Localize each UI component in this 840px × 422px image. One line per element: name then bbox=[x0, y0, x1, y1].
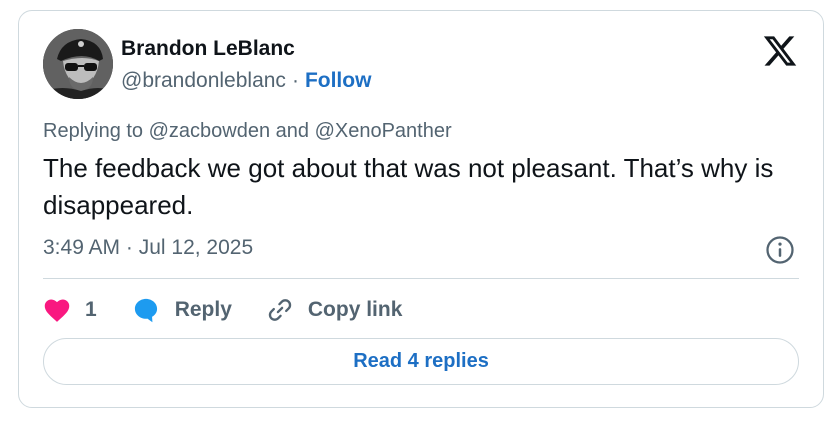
read-replies-button[interactable]: Read 4 replies bbox=[43, 338, 799, 385]
author-handle-row: @brandonleblanc · Follow bbox=[121, 69, 371, 93]
reply-label: Reply bbox=[174, 298, 232, 321]
author-handle[interactable]: @brandonleblanc bbox=[121, 69, 286, 92]
divider bbox=[43, 278, 799, 279]
follow-button[interactable]: Follow bbox=[305, 69, 372, 92]
reply-bubble-icon bbox=[134, 298, 157, 323]
heart-icon bbox=[44, 299, 70, 322]
copy-link-button[interactable]: Copy link bbox=[266, 296, 403, 324]
separator-dot: · bbox=[291, 69, 299, 92]
info-icon[interactable] bbox=[765, 235, 795, 265]
link-icon bbox=[268, 299, 292, 321]
reply-button[interactable]: Reply bbox=[131, 296, 232, 324]
tweet-text: The feedback we got about that was not p… bbox=[43, 153, 774, 220]
author-name[interactable]: Brandon LeBlanc bbox=[121, 37, 295, 61]
avatar-image bbox=[43, 29, 113, 99]
copy-link-label: Copy link bbox=[307, 298, 403, 321]
reply-context: Replying to @zacbowden and @XenoPanther bbox=[43, 120, 452, 142]
timestamp[interactable]: 3:49 AM · Jul 12, 2025 bbox=[43, 236, 253, 260]
tweet-card: Brandon LeBlanc @brandonleblanc · Follow R… bbox=[18, 10, 824, 408]
like-count: 1 bbox=[85, 298, 97, 321]
x-logo-icon[interactable] bbox=[761, 33, 799, 69]
like-button[interactable]: 1 bbox=[43, 297, 97, 323]
action-bar: 1 Reply Copy link bbox=[43, 294, 436, 326]
avatar[interactable] bbox=[43, 29, 113, 99]
